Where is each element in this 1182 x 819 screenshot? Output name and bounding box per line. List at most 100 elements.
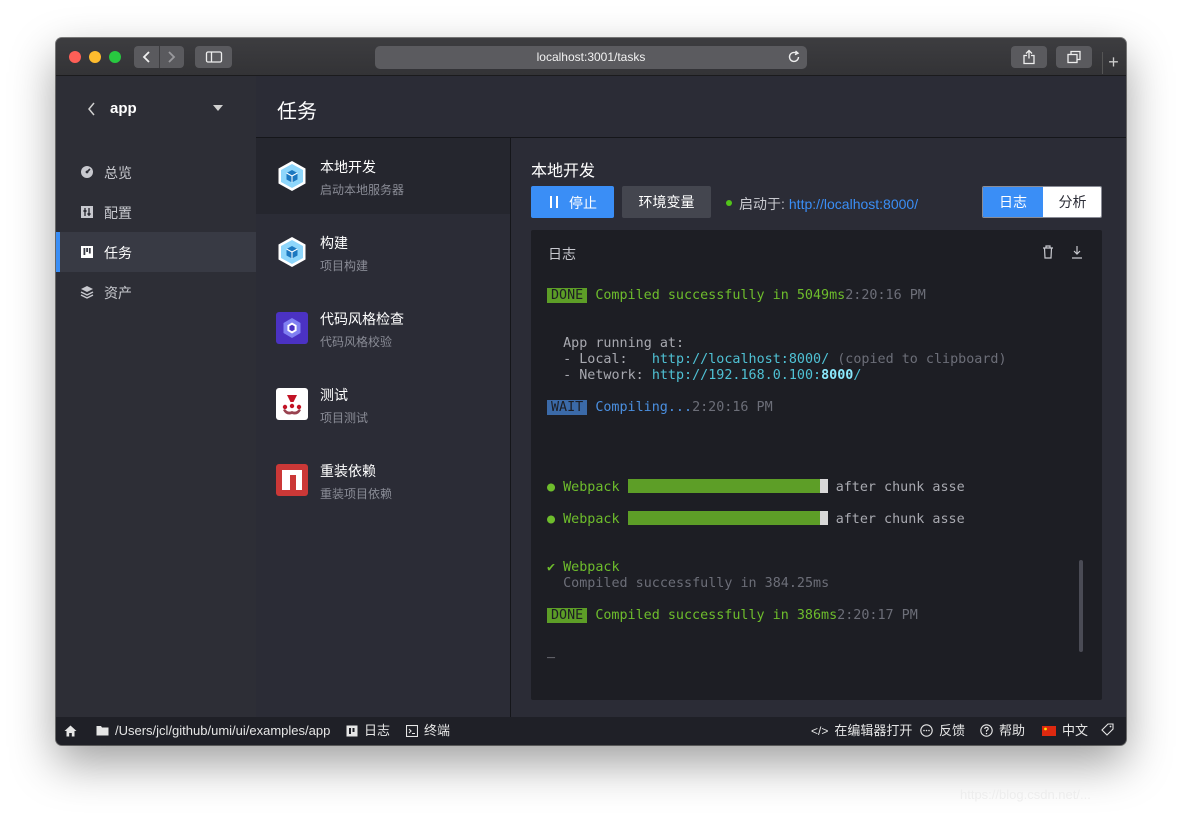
task-description: 代码风格校验 — [320, 335, 393, 349]
sidebar-item-overview[interactable]: 总览 — [56, 152, 256, 192]
sidebar-item-assets[interactable]: 资产 — [56, 272, 256, 312]
task-detail-title: 本地开发 — [531, 163, 596, 180]
log-console[interactable]: 日志 DONE Compiled successfully in 5049ms2… — [531, 230, 1102, 700]
task-item-dev[interactable]: 本地开发 启动本地服务器 — [256, 138, 510, 214]
sidebar-item-label: 总览 — [104, 165, 132, 181]
task-item-lint[interactable]: 代码风格检查 代码风格校验 — [256, 290, 510, 366]
webpack-icon — [278, 237, 306, 267]
status-prefix: 启动于: — [739, 196, 785, 212]
task-description: 项目测试 — [320, 411, 369, 425]
log-message: Compiled successfully in 5049ms — [595, 288, 846, 303]
reload-icon[interactable] — [787, 50, 801, 64]
webpack-icon — [278, 161, 306, 191]
terminal-toggle[interactable]: 终端 — [406, 723, 450, 739]
status-bar: /Users/jcl/github/umi/ui/examples/app 日志… — [56, 717, 1126, 745]
log-line-done: DONE Compiled successfully in 386ms2:20:… — [547, 608, 918, 624]
feedback-label: 反馈 — [939, 723, 966, 738]
task-item-reinstall[interactable]: 重装依赖 重装项目依赖 — [256, 442, 510, 518]
progress-bar — [627, 479, 828, 493]
open-in-editor-button[interactable]: </> 在编辑器打开 — [811, 723, 912, 739]
address-bar[interactable]: localhost:3001/tasks — [375, 46, 807, 69]
log-message: Compiling... — [595, 400, 693, 415]
plus-icon: + — [1108, 52, 1119, 72]
progress-bar — [627, 511, 828, 525]
log-line-network: - Network: http://192.168.0.100:8000/ — [547, 368, 861, 384]
url-text: localhost:3001/tasks — [536, 50, 646, 64]
back-button[interactable] — [134, 46, 159, 68]
project-name: app — [110, 100, 137, 117]
tab-log[interactable]: 日志 — [983, 187, 1043, 217]
task-name: 构建 — [320, 235, 348, 251]
log-message: App running at: — [563, 336, 685, 351]
sidebar-item-label: 资产 — [104, 285, 132, 301]
tab-analyze[interactable]: 分析 — [1043, 187, 1101, 217]
task-item-build[interactable]: 构建 项目构建 — [256, 214, 510, 290]
new-tab-button[interactable]: + — [1102, 52, 1124, 74]
project-switcher[interactable]: app — [56, 76, 256, 142]
open-in-editor-label: 在编辑器打开 — [834, 723, 913, 738]
browser-toolbar: localhost:3001/tasks + — [56, 38, 1126, 76]
log-toggle[interactable]: 日志 — [346, 723, 390, 739]
share-button[interactable] — [1011, 46, 1047, 68]
log-line-progress: ● Webpack after chunk asse — [547, 479, 965, 495]
minimize-window-button[interactable] — [89, 51, 101, 63]
local-server-link[interactable]: http://localhost:8000/ — [789, 196, 918, 212]
sidebar: app 总览 配置 任务 资产 — [56, 76, 256, 717]
tag-button[interactable] — [1101, 723, 1114, 739]
history-nav — [134, 46, 184, 68]
progress-label: Webpack — [563, 512, 620, 527]
task-name: 代码风格检查 — [320, 311, 404, 327]
log-line-running: App running at: — [547, 336, 684, 352]
progress-status: after chunk asse — [835, 480, 965, 495]
close-window-button[interactable] — [69, 51, 81, 63]
language-switcher[interactable]: 中文 — [1042, 723, 1088, 739]
log-label: - Network: — [563, 368, 652, 383]
project-path[interactable]: /Users/jcl/github/umi/ui/examples/app — [96, 723, 330, 739]
stop-button[interactable]: 停止 — [531, 186, 614, 218]
folder-icon — [96, 726, 109, 736]
sidebar-item-label: 配置 — [104, 205, 132, 221]
log-cursor: _ — [547, 644, 556, 659]
check-icon: ✔ — [547, 560, 556, 575]
log-line-webpack-done: ✔ Webpack — [547, 560, 620, 576]
sidebar-toggle-button[interactable] — [195, 46, 232, 68]
log-label: - Local: — [563, 352, 652, 367]
log-line-local: - Local: http://localhost:8000/ (copied … — [547, 352, 1006, 368]
network-url-port: 8000 — [821, 368, 854, 383]
network-url-tail: / — [853, 368, 862, 383]
task-description: 重装项目依赖 — [320, 487, 393, 501]
trash-icon[interactable] — [1042, 245, 1054, 259]
zoom-window-button[interactable] — [109, 51, 121, 63]
help-button[interactable]: 帮助 — [980, 723, 1025, 739]
log-icon — [346, 725, 358, 737]
log-timestamp: 2:20:16 PM — [692, 400, 773, 415]
forward-button[interactable] — [159, 46, 184, 68]
home-button[interactable] — [64, 723, 83, 739]
config-icon — [81, 206, 93, 218]
task-item-test[interactable]: 测试 项目测试 — [256, 366, 510, 442]
china-flag-icon — [1042, 725, 1056, 736]
terminal-icon — [406, 724, 418, 737]
log-line-webpack-detail: Compiled successfully in 384.25ms — [547, 576, 829, 592]
download-icon[interactable] — [1071, 245, 1083, 259]
chevron-right-icon — [168, 51, 176, 63]
page-header: 任务 — [256, 76, 1126, 138]
share-icon — [1023, 49, 1035, 65]
console-scrollbar[interactable] — [1079, 560, 1083, 652]
back-arrow-icon[interactable] — [87, 102, 96, 116]
browser-window: localhost:3001/tasks + app 总览 配置 任务 资产 任… — [56, 38, 1126, 745]
tabs-overview-button[interactable] — [1056, 46, 1092, 68]
local-url-link[interactable]: http://localhost:8000/ — [652, 352, 829, 367]
log-timestamp: 2:20:16 PM — [845, 288, 926, 303]
log-line-wait: WAIT Compiling...2:20:16 PM — [547, 400, 773, 416]
language-label: 中文 — [1062, 723, 1089, 738]
home-icon — [64, 725, 77, 737]
env-variables-button[interactable]: 环境变量 — [622, 186, 711, 218]
log-message: Webpack — [563, 560, 620, 575]
feedback-button[interactable]: 反馈 — [920, 723, 965, 739]
sidebar-item-config[interactable]: 配置 — [56, 192, 256, 232]
network-url-link[interactable]: http://192.168.0.100: — [652, 368, 821, 383]
sidebar-item-tasks[interactable]: 任务 — [56, 232, 256, 272]
main-content: 任务 本地开发 启动本地服务器 构建 项目构建 代码风格检查 代码风格校验 测试… — [256, 76, 1126, 717]
caret-down-icon[interactable] — [213, 105, 223, 111]
